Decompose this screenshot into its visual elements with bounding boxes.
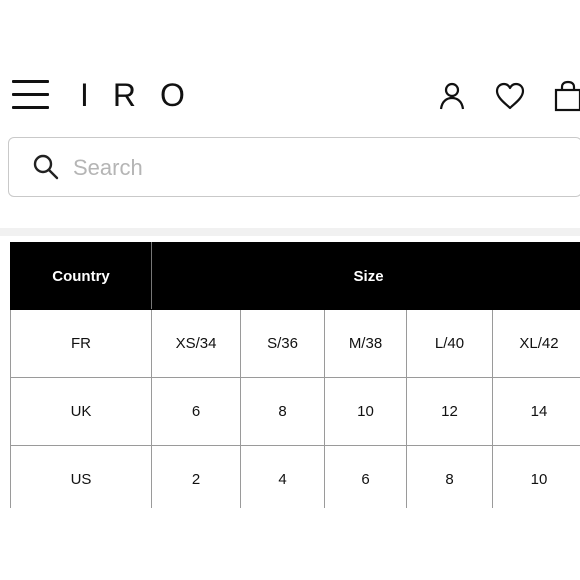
- size-cell: 10: [324, 377, 407, 446]
- size-cell: XS/34: [151, 309, 241, 378]
- logo[interactable]: IRO: [80, 78, 209, 112]
- menu-bar: [12, 80, 49, 83]
- size-cell: 10: [491, 445, 580, 514]
- size-cell: 8: [240, 377, 325, 446]
- size-cell: 2: [151, 445, 241, 514]
- heart-icon[interactable]: [494, 80, 526, 112]
- size-cell: L/40: [406, 309, 493, 378]
- size-chart-table: Country Size FR XS/34 S/36 M/38 L/40 XL/…: [10, 242, 580, 514]
- menu-bar: [12, 106, 49, 109]
- country-cell: FR: [10, 309, 152, 378]
- size-cell: M/38: [324, 309, 407, 378]
- size-cell: 6: [324, 445, 407, 514]
- section-divider: [0, 228, 580, 236]
- shopping-bag-icon[interactable]: [552, 80, 580, 112]
- account-icon[interactable]: [436, 80, 468, 112]
- country-cell: UK: [10, 377, 152, 446]
- country-cell: US: [10, 445, 152, 514]
- search-input[interactable]: [71, 150, 555, 186]
- size-cell: 14: [491, 377, 580, 446]
- size-cell: S/36: [240, 309, 325, 378]
- page-bottom-blank: [0, 508, 580, 580]
- table-row: US 2 4 6 8 10: [10, 445, 580, 514]
- table-row: FR XS/34 S/36 M/38 L/40 XL/42: [10, 309, 580, 378]
- size-cell: 8: [406, 445, 493, 514]
- country-column-header: Country: [10, 242, 152, 310]
- table-header-row: Country Size: [10, 242, 580, 310]
- size-cell: XL/42: [491, 309, 580, 378]
- page: IRO Search Country Size FR XS/34 S/36 M/…: [0, 0, 580, 580]
- menu-bar: [12, 93, 49, 96]
- search-icon[interactable]: [31, 152, 61, 182]
- size-cell: 6: [151, 377, 241, 446]
- size-cell: 4: [240, 445, 325, 514]
- table-row: UK 6 8 10 12 14: [10, 377, 580, 446]
- hamburger-menu-icon[interactable]: [12, 80, 50, 110]
- site-header: IRO: [0, 68, 580, 124]
- search-bar[interactable]: [8, 137, 580, 197]
- size-cell: 12: [406, 377, 493, 446]
- size-column-header: Size: [150, 242, 580, 310]
